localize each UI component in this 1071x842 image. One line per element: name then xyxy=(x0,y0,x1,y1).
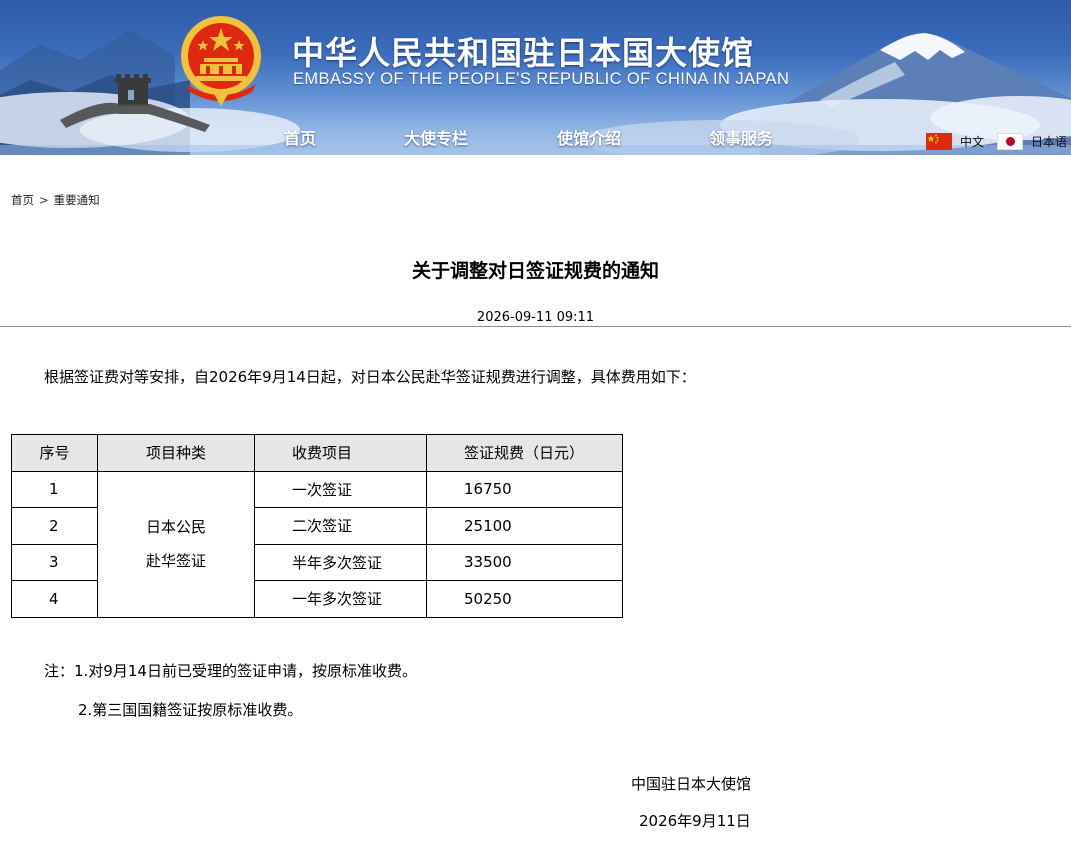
publish-date: 2026-09-11 09:11 xyxy=(476,310,595,325)
cell-item: 一次签证 xyxy=(254,470,427,508)
cell-no: 4 xyxy=(11,580,98,618)
cell-no: 1 xyxy=(11,470,98,508)
nav-consular-services[interactable]: 领事服务 xyxy=(709,125,773,149)
note-2: 2.第三国国籍签证按原标准收费。 xyxy=(78,701,303,719)
breadcrumb-home[interactable]: 首页 xyxy=(11,193,34,207)
site-banner: 中华人民共和国驻日本国大使馆 EMBASSY OF THE PEOPLE'S R… xyxy=(0,0,1071,155)
main-nav: 首页 大使专栏 使馆介绍 领事服务 xyxy=(0,125,1071,149)
cell-fee: 50250 xyxy=(426,580,623,618)
header-no: 序号 xyxy=(11,434,98,472)
cell-fee: 33500 xyxy=(426,543,623,581)
cell-no: 2 xyxy=(11,507,98,545)
lang-chinese-label: 中文 xyxy=(960,134,985,149)
cell-no: 3 xyxy=(11,543,98,581)
cell-fee: 25100 xyxy=(426,507,623,545)
nav-embassy-intro[interactable]: 使馆介绍 xyxy=(557,125,621,149)
visa-fee-table: 序号 项目种类 收费项目 签证规费（日元） 1 日本公民 赴华签证 一次签证 1… xyxy=(11,434,623,618)
breadcrumb: 首页 > 重要通知 xyxy=(11,192,100,208)
breadcrumb-separator: > xyxy=(39,193,49,207)
header-item: 收费项目 xyxy=(254,434,427,472)
lang-japanese[interactable]: 日本语 xyxy=(997,132,1067,150)
site-subtitle: EMBASSY OF THE PEOPLE'S REPUBLIC OF CHIN… xyxy=(293,70,790,88)
signature-org: 中国驻日本大使馆 xyxy=(631,775,752,793)
divider xyxy=(0,326,1071,327)
china-flag-icon xyxy=(926,132,952,150)
japan-flag-icon xyxy=(997,132,1023,150)
note-1: 注：1.对9月14日前已受理的签证申请，按原标准收费。 xyxy=(44,662,417,680)
breadcrumb-current[interactable]: 重要通知 xyxy=(54,193,100,207)
cell-item: 半年多次签证 xyxy=(254,543,427,581)
category-line-1: 日本公民 xyxy=(145,518,206,536)
nav-ambassador-column[interactable]: 大使专栏 xyxy=(404,125,468,149)
page-title: 关于调整对日签证规费的通知 xyxy=(411,260,659,282)
nav-home[interactable]: 首页 xyxy=(284,125,316,149)
cell-item: 一年多次签证 xyxy=(254,580,427,618)
header-category: 项目种类 xyxy=(97,434,255,472)
table-header-row: 序号 项目种类 收费项目 签证规费（日元） xyxy=(11,434,623,472)
cell-fee: 16750 xyxy=(426,470,623,508)
lang-japanese-label: 日本语 xyxy=(1031,134,1068,149)
site-title: 中华人民共和国驻日本国大使馆 xyxy=(292,34,755,72)
cell-category: 日本公民 赴华签证 xyxy=(97,470,255,618)
national-emblem-icon xyxy=(181,16,261,106)
category-line-2: 赴华签证 xyxy=(145,552,206,570)
intro-paragraph: 根据签证费对等安排，自2026年9月14日起，对日本公民赴华签证规费进行调整，具… xyxy=(44,368,696,386)
signature-date: 2026年9月11日 xyxy=(639,812,751,830)
header-fee: 签证规费（日元） xyxy=(426,434,623,472)
lang-chinese[interactable]: 中文 xyxy=(926,132,984,150)
cell-item: 二次签证 xyxy=(254,507,427,545)
table-row: 1 日本公民 赴华签证 一次签证 16750 xyxy=(11,470,623,618)
